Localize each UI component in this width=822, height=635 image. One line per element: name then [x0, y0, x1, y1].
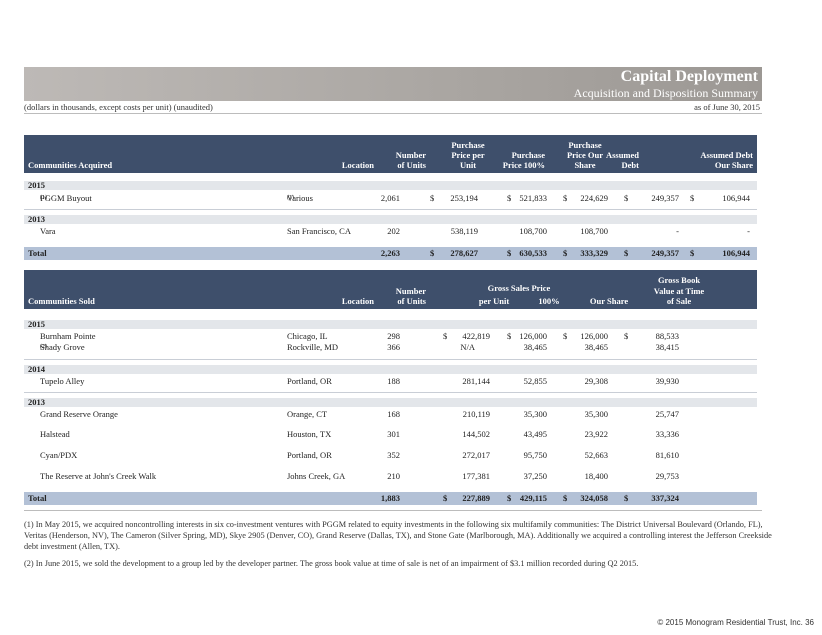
footnote-divider — [24, 510, 762, 511]
community-name: Grand Reserve Orange — [40, 409, 118, 419]
year-label: 2015 — [28, 180, 45, 190]
community-location: Chicago, IL — [287, 331, 328, 341]
community-location: Various — [287, 193, 313, 203]
community-name: Vara — [40, 226, 56, 236]
col-debt-1: Assumed — [605, 150, 639, 160]
col-p100-1: Purchase — [511, 150, 545, 160]
title-banner: Capital Deployment Acquisition and Dispo… — [24, 67, 762, 101]
col-pshare-1: Purchase — [568, 140, 602, 150]
sold-table-header: Communities Sold Location Number of Unit… — [24, 270, 757, 309]
col-gross-sales-price: Gross Sales Price — [487, 283, 551, 293]
acquired-total-row: Total 2,263 $ 278,627 $ 630,533 $ 333,32… — [28, 248, 750, 258]
col-units-1: Number — [395, 150, 426, 160]
community-location: San Francisco, CA — [287, 226, 351, 236]
row-divider — [24, 359, 757, 360]
col-debtshare-1: Assumed Debt — [700, 150, 753, 160]
table-row: Shady Grove (2) Rockville, MD 366 N/A 38… — [40, 342, 679, 352]
table-row: PGGM Buyout (1) Various (1) 2,061 $ 253,… — [40, 193, 750, 203]
year-label: 2015 — [28, 319, 45, 329]
year-label: 2014 — [28, 364, 45, 374]
as-of-date: as of June 30, 2015 — [694, 102, 760, 112]
col-communities-acquired: Communities Acquired — [28, 160, 113, 170]
col-communities-sold: Communities Sold — [28, 296, 95, 306]
community-name: The Reserve at John's Creek Walk — [40, 471, 157, 481]
community-location: Rockville, MD — [287, 342, 338, 352]
header-divider — [24, 113, 762, 114]
col-gbv-3: of Sale — [666, 296, 692, 306]
community-location: Johns Creek, GA — [287, 471, 346, 481]
col-gbv-2: Value at Time — [653, 286, 705, 296]
units-note: (dollars in thousands, except costs per … — [24, 102, 213, 112]
col-units-1: Number — [395, 286, 426, 296]
sold-total-row: Total 1,883 $ 227,889 $ 429,115 $ 324,05… — [28, 493, 679, 503]
community-name: PGGM Buyout — [40, 193, 92, 203]
acquired-table-header: Communities Acquired Location Number of … — [24, 135, 757, 173]
col-per-unit: per Unit — [478, 296, 510, 306]
col-ppu-1: Purchase — [451, 140, 485, 150]
footnote-2: (2) In June 2015, we sold the developmen… — [24, 559, 639, 568]
community-name: Shady Grove — [40, 342, 85, 352]
community-name: Halstead — [40, 429, 70, 439]
row-divider — [24, 209, 757, 210]
community-name: Tupelo Alley — [40, 376, 85, 386]
col-p100-2: Price 100% — [502, 160, 545, 170]
table-row: Halstead Houston, TX 301 144,502 43,495 … — [40, 429, 679, 439]
col-units-2: of Units — [397, 296, 426, 306]
col-location: Location — [341, 160, 374, 170]
col-our-share: Our Share — [589, 296, 629, 306]
table-row: The Reserve at John's Creek Walk Johns C… — [40, 471, 679, 481]
col-100pct: 100% — [538, 296, 560, 306]
col-debt-2: Debt — [621, 160, 639, 170]
community-location: Orange, CT — [287, 409, 328, 419]
table-row: Cyan/PDX Portland, OR 352 272,017 95,750… — [40, 450, 679, 460]
table-row: Burnham Pointe Chicago, IL 298 $ 422,819… — [40, 331, 679, 341]
year-label: 2013 — [28, 397, 45, 407]
col-debtshare-2: Our Share — [714, 160, 753, 170]
col-location: Location — [341, 296, 374, 306]
community-location: Portland, OR — [287, 376, 332, 386]
col-units-2: of Units — [397, 160, 426, 170]
table-row: Grand Reserve Orange Orange, CT 168 210,… — [40, 409, 679, 419]
community-name: Burnham Pointe — [40, 331, 96, 341]
row-divider — [24, 392, 757, 393]
page-subtitle: Acquisition and Disposition Summary — [573, 86, 758, 100]
year-label: 2013 — [28, 214, 45, 224]
community-location: Portland, OR — [287, 450, 332, 460]
community-location: Houston, TX — [287, 429, 332, 439]
table-row: Vara San Francisco, CA 202 538,119 108,7… — [40, 226, 750, 236]
community-name: Cyan/PDX — [40, 450, 78, 460]
footnote-1: (1) In May 2015, we acquired noncontroll… — [24, 520, 772, 551]
page-title: Capital Deployment — [620, 68, 758, 85]
copyright-footer: © 2015 Monogram Residential Trust, Inc. … — [657, 618, 814, 627]
col-gbv-1: Gross Book — [657, 275, 701, 285]
table-row: Tupelo Alley Portland, OR 188 281,144 52… — [40, 376, 679, 386]
